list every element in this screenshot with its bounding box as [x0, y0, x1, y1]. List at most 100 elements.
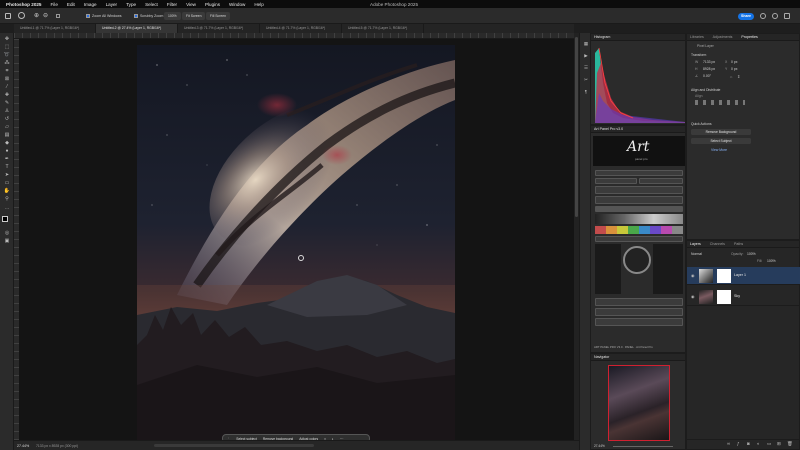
- blend-mode-select[interactable]: Normal: [691, 252, 702, 256]
- art-button-row-5[interactable]: [595, 298, 683, 306]
- tab-untitled-4[interactable]: Untitled-4 @ 71.7% (Layer 1, RGB/16*): [260, 24, 342, 33]
- foreground-color-swatch[interactable]: [2, 216, 8, 222]
- styles-icon[interactable]: ☰: [583, 65, 589, 70]
- menu-window[interactable]: Window: [229, 2, 245, 7]
- tab-libraries[interactable]: Libraries: [690, 35, 704, 39]
- zoom-tool-icon[interactable]: [18, 12, 25, 19]
- menu-layer[interactable]: Layer: [106, 2, 118, 7]
- align-buttons[interactable]: [695, 100, 745, 105]
- tab-untitled-3[interactable]: Untitled-3 @ 71.7% (Layer 1, RGB/16*): [178, 24, 260, 33]
- healing-brush-tool-icon[interactable]: ✚: [3, 92, 11, 98]
- link-icon[interactable]: ∞: [727, 441, 730, 446]
- tab-adjustments[interactable]: Adjustments: [713, 35, 733, 39]
- art-tool-grid-left[interactable]: [595, 244, 621, 294]
- eraser-tool-icon[interactable]: ▱: [3, 124, 11, 130]
- menu-edit[interactable]: Edit: [67, 2, 75, 7]
- workspace-icon[interactable]: [784, 13, 790, 19]
- art-tool-grid-right[interactable]: [653, 244, 683, 294]
- type-tool-icon[interactable]: T: [3, 164, 11, 170]
- tab-channels[interactable]: Channels: [710, 242, 725, 246]
- help-icon[interactable]: [772, 13, 778, 19]
- zoom-in-icon[interactable]: ⊕: [34, 12, 39, 19]
- quick-select-tool-icon[interactable]: ⁂: [3, 60, 11, 66]
- layer-name[interactable]: Layer 1: [734, 273, 746, 277]
- app-menu[interactable]: Photoshop 2025: [6, 2, 41, 7]
- x-field[interactable]: 0 px: [731, 60, 737, 64]
- dodge-tool-icon[interactable]: ●: [3, 148, 11, 154]
- frame-tool-icon[interactable]: ⊠: [3, 76, 11, 82]
- zoom-tool-side-icon[interactable]: ⚲: [3, 196, 11, 202]
- eyedropper-tool-icon[interactable]: ⁄: [3, 84, 11, 90]
- move-tool-icon[interactable]: ✥: [3, 36, 11, 42]
- art-button-row-4[interactable]: [595, 236, 683, 242]
- stamp-tool-icon[interactable]: ♙: [3, 108, 11, 114]
- home-icon[interactable]: [5, 13, 11, 19]
- quick-mask-icon[interactable]: ◎: [3, 230, 11, 236]
- layer-mask-thumbnail[interactable]: [717, 269, 731, 283]
- layer-row-layer-1[interactable]: ◉ Layer 1: [687, 267, 800, 285]
- menu-help[interactable]: Help: [254, 2, 263, 7]
- art-button[interactable]: [595, 178, 637, 184]
- y-field[interactable]: 0 px: [731, 67, 737, 71]
- art-button-row-6[interactable]: [595, 308, 683, 316]
- menu-file[interactable]: File: [50, 2, 57, 7]
- select-subject-action-button[interactable]: Select Subject: [691, 138, 751, 144]
- height-field[interactable]: 8928 px: [703, 67, 715, 71]
- layer-mask-thumbnail[interactable]: [717, 290, 731, 304]
- new-layer-icon[interactable]: ⊞: [777, 441, 781, 447]
- zoom-level[interactable]: 27.44%: [17, 444, 29, 448]
- brushes-icon[interactable]: ✂: [583, 77, 589, 82]
- resize-windows-checkbox[interactable]: [56, 14, 60, 18]
- horizontal-scrollbar[interactable]: [154, 444, 314, 447]
- fill-field[interactable]: 100%: [767, 259, 776, 263]
- opacity-field[interactable]: 100%: [747, 252, 756, 256]
- tab-layers[interactable]: Layers: [690, 242, 701, 246]
- layer-row-sky[interactable]: ◉ Sky: [687, 288, 800, 306]
- tab-properties[interactable]: Properties: [741, 35, 757, 39]
- visibility-eye-icon[interactable]: ◉: [691, 273, 695, 278]
- zoom-100-button[interactable]: 100%: [164, 12, 181, 20]
- pen-tool-icon[interactable]: ✒: [3, 156, 11, 162]
- navigator-preview[interactable]: [608, 365, 670, 441]
- art-slider-row[interactable]: [595, 206, 683, 212]
- art-button-row-7[interactable]: [595, 318, 683, 326]
- document-size[interactable]: 7133 px x 8928 px (300 ppi): [36, 444, 78, 448]
- menu-filter[interactable]: Filter: [167, 2, 177, 7]
- fill-screen-button[interactable]: Fill Screen: [206, 12, 231, 20]
- scrubby-zoom-checkbox[interactable]: [134, 14, 138, 18]
- view-more-link[interactable]: View More: [711, 148, 727, 152]
- zoom-all-checkbox[interactable]: [86, 14, 90, 18]
- art-button-row-3[interactable]: [595, 196, 683, 204]
- art-color-swatches[interactable]: [595, 226, 683, 234]
- menu-image[interactable]: Image: [84, 2, 97, 7]
- search-icon[interactable]: [760, 13, 766, 19]
- art-gradient-strip[interactable]: [595, 214, 683, 224]
- path-select-tool-icon[interactable]: ➤: [3, 172, 11, 178]
- zoom-out-icon[interactable]: ⊖: [43, 12, 48, 19]
- lasso-tool-icon[interactable]: ➰: [3, 52, 11, 58]
- menu-select[interactable]: Select: [145, 2, 158, 7]
- tab-paths[interactable]: Paths: [734, 242, 743, 246]
- art-button[interactable]: [639, 178, 683, 184]
- brush-tool-icon[interactable]: ✎: [3, 100, 11, 106]
- crop-tool-icon[interactable]: ⌗: [3, 68, 11, 74]
- remove-background-action-button[interactable]: Remove Background: [691, 129, 751, 135]
- layer-name[interactable]: Sky: [734, 294, 740, 298]
- history-icon[interactable]: ▦: [583, 41, 589, 46]
- hand-tool-icon[interactable]: ✋: [3, 188, 11, 194]
- screen-mode-icon[interactable]: ▣: [3, 238, 11, 244]
- menu-view[interactable]: View: [186, 2, 196, 7]
- share-button[interactable]: Share: [738, 12, 754, 20]
- art-button-row-1[interactable]: [595, 170, 683, 176]
- trash-icon[interactable]: 🗑: [787, 441, 793, 447]
- blur-tool-icon[interactable]: ◆: [3, 140, 11, 146]
- more-tools-icon[interactable]: ⋯: [3, 206, 11, 212]
- navigator-zoom-slider[interactable]: [613, 445, 673, 447]
- art-button-row-2[interactable]: [595, 186, 683, 194]
- gradient-tool-icon[interactable]: ▤: [3, 132, 11, 138]
- fx-icon[interactable]: ƒ: [737, 441, 740, 446]
- angle-field[interactable]: 0.00°: [703, 74, 711, 78]
- adjustment-layer-icon[interactable]: ◐: [757, 441, 760, 446]
- flip-horizontal-icon[interactable]: ⇔: [729, 74, 733, 79]
- tab-untitled-1[interactable]: Untitled-1 @ 71.7% (Layer 1, RGB/16*): [14, 24, 96, 33]
